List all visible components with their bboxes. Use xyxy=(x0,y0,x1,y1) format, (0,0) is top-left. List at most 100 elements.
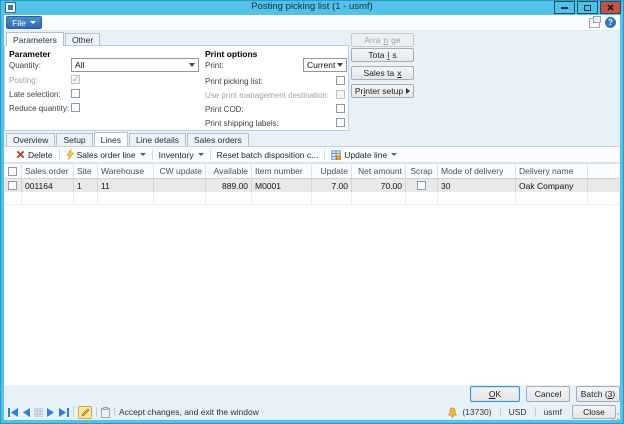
cell-available: 889.00 xyxy=(206,179,252,192)
restore-layout-icon[interactable] xyxy=(589,15,601,28)
cell-mode-of-delivery: 30 xyxy=(438,179,516,192)
chevron-down-icon xyxy=(391,153,398,156)
tab-setup[interactable]: Setup xyxy=(56,133,93,146)
col-item-number[interactable]: Item number xyxy=(252,164,312,178)
reduce-quantity-checkbox[interactable] xyxy=(71,103,80,112)
col-site[interactable]: Site xyxy=(74,164,98,178)
chevron-down-icon xyxy=(29,21,36,24)
currency-indicator: USD xyxy=(508,407,527,417)
print-label: Print: xyxy=(205,61,224,70)
tab-parameters[interactable]: Parameters xyxy=(6,32,64,46)
ok-button[interactable]: OK xyxy=(470,386,520,402)
paste-icon[interactable] xyxy=(101,406,110,418)
col-scrap[interactable]: Scrap xyxy=(406,164,438,178)
file-menu-button[interactable]: File xyxy=(6,16,42,29)
col-update[interactable]: Update xyxy=(312,164,352,178)
pencil-icon xyxy=(80,407,90,417)
quantity-value: All xyxy=(75,60,85,70)
minimize-button[interactable] xyxy=(554,1,575,14)
col-cw-update[interactable]: CW update xyxy=(154,164,206,178)
menu-bar: File xyxy=(4,15,620,31)
posting-picking-list-window: Posting picking list (1 - usmf) File Par… xyxy=(0,0,624,424)
previous-record-icon[interactable] xyxy=(22,407,30,417)
footer-buttons: OK Cancel Batch (3) xyxy=(4,386,620,403)
notification-bell-icon[interactable] xyxy=(447,406,458,418)
printer-setup-button[interactable]: Printer setup xyxy=(351,84,414,98)
posting-checkbox[interactable] xyxy=(71,74,80,85)
tab-sales-orders[interactable]: Sales orders xyxy=(187,133,249,146)
cell-site: 1 xyxy=(74,179,98,192)
col-net-amount[interactable]: Net amount xyxy=(352,164,406,178)
reset-batch-disposition-button[interactable]: Reset batch disposition c... xyxy=(211,147,325,162)
reset-batch-label: Reset batch disposition c... xyxy=(216,149,319,160)
edit-mode-button[interactable] xyxy=(78,405,92,419)
col-sales-order[interactable]: Sales order xyxy=(22,164,74,178)
sales-order-line-menu-button[interactable]: Sales order line xyxy=(60,147,152,162)
separator xyxy=(73,407,74,417)
status-message: Accept changes, and exit the window xyxy=(119,407,259,417)
first-record-icon[interactable] xyxy=(8,407,18,417)
col-delivery-name[interactable]: Delivery name xyxy=(516,164,588,178)
lightning-icon xyxy=(65,149,74,160)
cell-delivery-name: Oak Company xyxy=(516,179,588,192)
window-title: Posting picking list (1 - usmf) xyxy=(251,1,373,12)
close-window-button[interactable] xyxy=(600,1,621,14)
help-icon[interactable] xyxy=(605,17,616,28)
cancel-button[interactable]: Cancel xyxy=(526,386,570,402)
arrange-button[interactable]: Arra n ge xyxy=(351,33,414,47)
tab-lines[interactable]: Lines xyxy=(93,132,128,146)
chevron-down-icon xyxy=(197,153,204,156)
print-shipping-labels-checkbox[interactable] xyxy=(336,118,345,127)
table-row[interactable]: 001164 1 11 889.00 M0001 7.00 70.00 30 O… xyxy=(4,179,620,192)
col-warehouse[interactable]: Warehouse xyxy=(98,164,154,178)
sales-tax-button[interactable]: Sales ta x xyxy=(351,66,414,80)
lines-toolbar: Delete Sales order line Inventory Reset … xyxy=(4,146,620,163)
next-record-icon[interactable] xyxy=(47,407,55,417)
col-available[interactable]: Available xyxy=(206,164,252,178)
late-selection-checkbox[interactable] xyxy=(71,89,80,98)
print-select[interactable]: Current xyxy=(303,58,347,72)
print-picking-list-label: Print picking list: xyxy=(205,77,263,86)
tab-overview[interactable]: Overview xyxy=(6,133,56,146)
resize-grip[interactable] xyxy=(612,413,619,420)
update-line-icon xyxy=(331,149,342,160)
inventory-label: Inventory xyxy=(158,149,194,160)
print-picking-list-checkbox[interactable] xyxy=(336,76,345,85)
separator xyxy=(114,407,115,417)
print-shipping-labels-label: Print shipping labels: xyxy=(205,119,279,128)
print-options-title: Print options xyxy=(205,49,258,59)
cell-update: 7.00 xyxy=(312,179,352,192)
separator xyxy=(499,407,501,417)
quantity-label: Quantity: xyxy=(9,61,42,70)
inventory-menu-button[interactable]: Inventory xyxy=(153,147,210,162)
notification-count[interactable]: (13730) xyxy=(462,407,491,417)
update-line-menu-button[interactable]: Update line xyxy=(325,147,403,162)
chevron-down-icon xyxy=(139,153,146,156)
cell-warehouse: 11 xyxy=(98,179,154,192)
status-bar: Accept changes, and exit the window (137… xyxy=(4,404,620,420)
print-cod-checkbox[interactable] xyxy=(336,104,345,113)
delete-icon xyxy=(16,150,25,159)
maximize-button[interactable] xyxy=(577,1,598,14)
printer-setup-label: Printer setup xyxy=(354,86,404,96)
last-record-icon[interactable] xyxy=(59,407,69,417)
select-all-checkbox[interactable] xyxy=(8,166,17,176)
delete-button[interactable]: Delete xyxy=(10,147,59,162)
scrap-checkbox[interactable] xyxy=(417,181,426,190)
batch-button[interactable]: Batch (3) xyxy=(576,386,620,402)
posting-label: Posting: xyxy=(9,76,38,85)
totals-button[interactable]: Tota l s xyxy=(351,48,414,62)
grid-view-icon[interactable] xyxy=(34,407,43,417)
empty-grid-row xyxy=(4,192,620,205)
col-mode-of-delivery[interactable]: Mode of delivery xyxy=(438,164,516,178)
use-print-mgmt-checkbox[interactable] xyxy=(336,90,345,99)
window-content: File Parameters Other Parameter Quantity… xyxy=(4,15,620,420)
quantity-select[interactable]: All xyxy=(71,58,199,72)
close-button[interactable]: Close xyxy=(572,405,616,419)
lines-grid: Sales order Site Warehouse CW update Ava… xyxy=(4,163,620,385)
row-checkbox[interactable] xyxy=(8,181,17,190)
tab-line-details[interactable]: Line details xyxy=(128,133,186,146)
use-print-mgmt-label: Use print management destination: xyxy=(205,91,330,100)
grid-header-row: Sales order Site Warehouse CW update Ava… xyxy=(4,164,620,179)
parameters-panel: Parameter Quantity: All Posting: Late se… xyxy=(4,45,349,131)
